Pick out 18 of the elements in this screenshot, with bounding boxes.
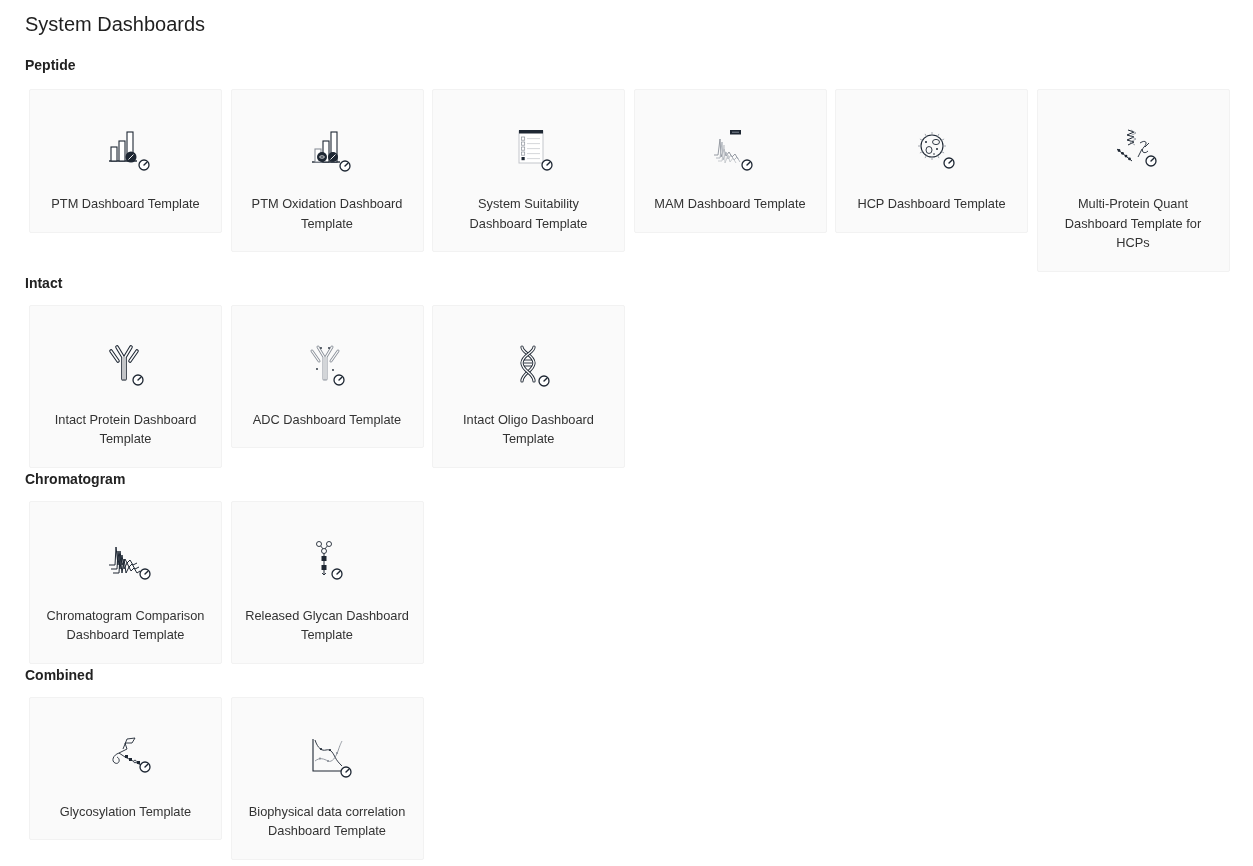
section-heading: Peptide xyxy=(25,57,77,74)
template-card[interactable]: MAM Dashboard Template xyxy=(633,89,827,233)
section-heading: Chromatogram xyxy=(25,470,127,488)
template-card[interactable]: System Suitability Dashboard Template xyxy=(432,89,625,252)
template-card[interactable]: PTM Oxidation Dashboard Template xyxy=(230,89,424,252)
page-title: System Dashboards xyxy=(25,12,207,37)
template-card[interactable]: PTM Dashboard Template xyxy=(29,89,222,233)
template-card[interactable]: Intact Protein Dashboard Template xyxy=(29,304,222,468)
template-card[interactable]: Multi-Protein Quant Dashboard Template for HCPs xyxy=(1036,89,1230,272)
template-card[interactable]: Chromatogram Comparison Dashboard Template xyxy=(29,500,222,664)
template-card[interactable]: Biophysical data correlation Dashboard Template xyxy=(230,696,424,860)
template-card[interactable]: Intact Oligo Dashboard Template xyxy=(432,304,625,468)
template-card[interactable]: Released Glycan Dashboard Template xyxy=(230,500,424,664)
section-heading: Combined xyxy=(25,666,95,684)
template-card[interactable]: ADC Dashboard Template xyxy=(230,304,424,448)
template-card[interactable]: HCP Dashboard Template xyxy=(835,89,1028,233)
section-heading: Intact xyxy=(25,274,64,292)
template-card[interactable]: Glycosylation Template xyxy=(29,696,222,840)
